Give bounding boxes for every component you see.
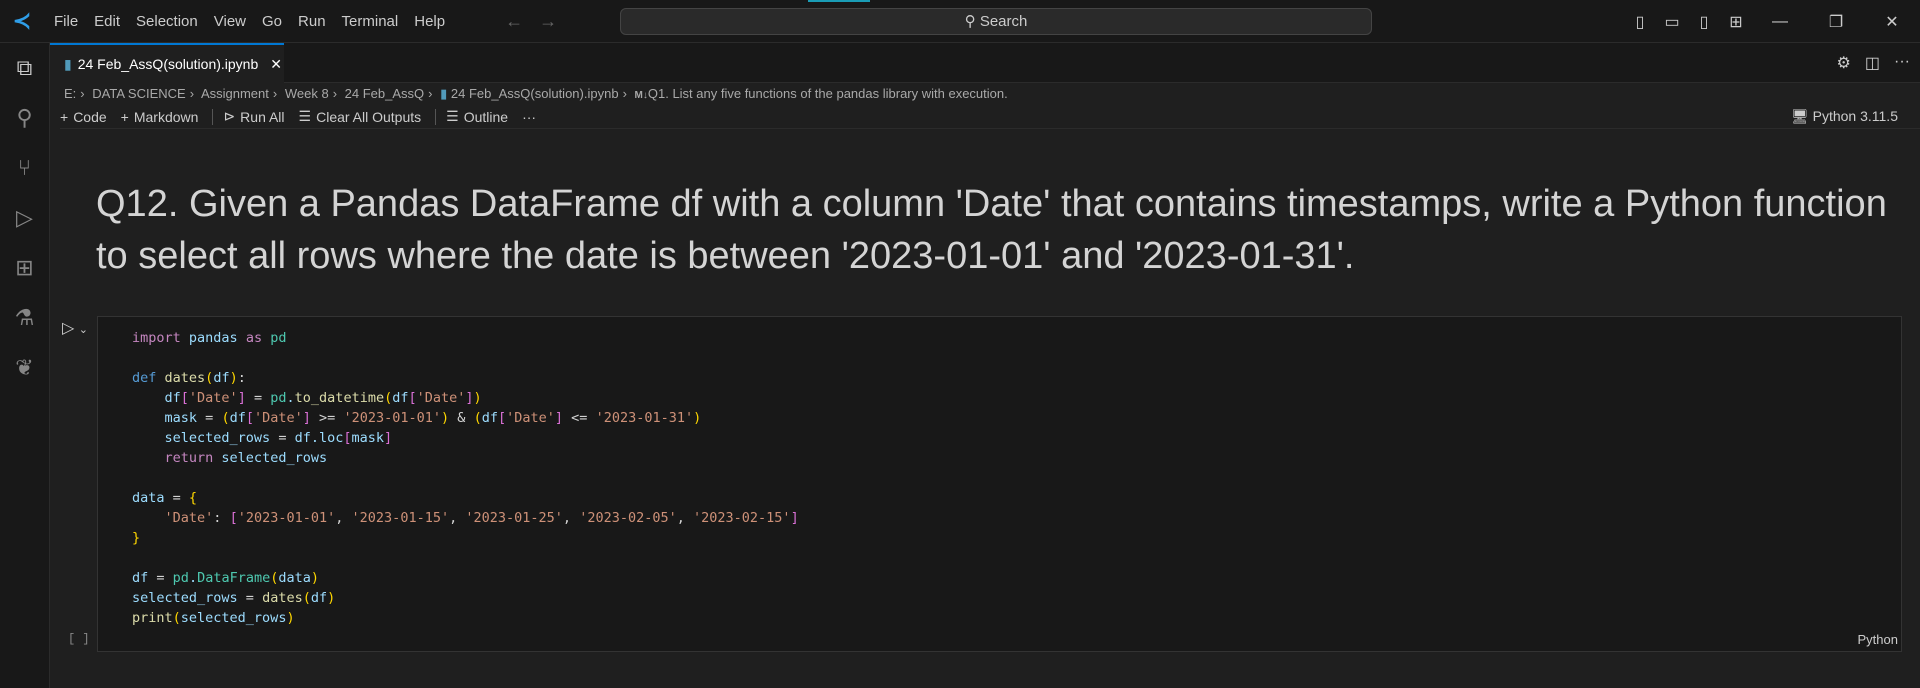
add-markdown-cell-button[interactable]: + Markdown [121, 109, 199, 125]
extensions-icon[interactable]: ⊞ [0, 243, 49, 293]
restore-button[interactable]: ❐ [1808, 12, 1864, 32]
toggle-primary-sidebar-icon[interactable]: ▯ [1624, 12, 1656, 32]
close-tab-icon[interactable]: ✕ [270, 56, 282, 73]
menu-go[interactable]: Go [262, 13, 282, 30]
chevron-down-icon[interactable]: ⌄ [79, 324, 88, 336]
search-label: Search [979, 13, 1028, 30]
more-actions-icon[interactable]: ··· [1894, 53, 1910, 73]
menu-view[interactable]: View [214, 13, 246, 30]
notebook-file-icon: ▮ [440, 86, 448, 101]
menu-run[interactable]: Run [298, 13, 326, 30]
run-all-button[interactable]: ⊳ Run All [223, 108, 284, 125]
kernel-label: Python 3.11.5 [1812, 108, 1898, 124]
run-debug-icon[interactable]: ▷ [0, 193, 49, 243]
forward-arrow-icon[interactable]: → [539, 11, 557, 32]
markdown-icon: M↓ [634, 90, 648, 101]
gear-icon[interactable]: ⚙ [1837, 53, 1851, 73]
clear-label: Clear All Outputs [316, 108, 422, 125]
run-all-label: Run All [240, 108, 285, 125]
breadcrumb-item[interactable]: 24 Feb_AssQ(solution).ipynb [451, 86, 619, 101]
mongodb-leaf-icon[interactable]: ❦ [0, 343, 49, 393]
markdown-cell[interactable]: Q12. Given a Pandas DataFrame df with a … [96, 178, 1896, 282]
menu-edit[interactable]: Edit [94, 13, 120, 30]
outline-button[interactable]: ☰ Outline [446, 108, 508, 125]
source-control-icon[interactable]: ⑂ [0, 143, 49, 193]
toggle-secondary-sidebar-icon[interactable]: ▯ [1688, 12, 1720, 32]
toolbar-more-button[interactable]: ··· [522, 109, 536, 125]
breadcrumb-item[interactable]: E: [64, 86, 76, 101]
divider [212, 108, 214, 125]
close-window-button[interactable]: ✕ [1864, 12, 1920, 32]
add-code-cell-button[interactable]: + Code [60, 109, 107, 125]
vscode-logo-icon: ≺ [12, 8, 32, 33]
clear-outputs-button[interactable]: ☰ Clear All Outputs [299, 108, 422, 125]
code-label: Code [73, 108, 107, 125]
tab-label: 24 Feb_AssQ(solution).ipynb [77, 56, 259, 72]
kernel-picker[interactable]: 🖥︎ Python 3.11.5 [1791, 108, 1898, 125]
testing-flask-icon[interactable]: ⚗ [0, 293, 49, 343]
code-editor[interactable]: import pandas as pd def dates(df): df['D… [132, 328, 799, 628]
clear-all-icon: ☰ [298, 108, 312, 124]
breadcrumb-item[interactable]: Week 8 [285, 86, 329, 101]
back-arrow-icon[interactable]: ← [505, 11, 523, 32]
search-icon[interactable]: ⚲ [0, 93, 49, 143]
accent-bar [808, 0, 870, 2]
plus-icon: + [60, 108, 69, 125]
tab-bar: ▮ 24 Feb_AssQ(solution).ipynb ✕ ⚙ ◫ ··· [50, 43, 1920, 83]
menu-bar: File Edit Selection View Go Run Terminal… [46, 13, 453, 30]
divider [435, 108, 437, 125]
breadcrumb-item[interactable]: 24 Feb_AssQ [345, 86, 425, 101]
menu-terminal[interactable]: Terminal [342, 13, 399, 30]
breadcrumb-item[interactable]: Assignment [201, 86, 269, 101]
split-editor-icon[interactable]: ◫ [1865, 53, 1880, 73]
search-box[interactable]: ⚲ Search [620, 8, 1372, 35]
menu-file[interactable]: File [54, 13, 78, 30]
search-icon: ⚲ [964, 13, 980, 30]
notebook-file-icon: ▮ [64, 55, 72, 72]
toggle-panel-icon[interactable]: ▭ [1656, 12, 1688, 32]
activity-bar: ⧉ ⚲ ⑂ ▷ ⊞ ⚗ ❦ [0, 43, 50, 688]
breadcrumb-item[interactable]: Q1. List any five functions of the panda… [648, 86, 1008, 101]
run-all-icon: ⊳ [223, 108, 236, 124]
tab-notebook[interactable]: ▮ 24 Feb_AssQ(solution).ipynb ✕ [50, 43, 284, 83]
plus-icon: + [120, 108, 129, 125]
markdown-label: Markdown [133, 108, 199, 125]
breadcrumb-item[interactable]: DATA SCIENCE [92, 86, 185, 101]
outline-label: Outline [463, 108, 509, 125]
list-icon: ☰ [446, 108, 459, 124]
breadcrumb: E: › DATA SCIENCE › Assignment › Week 8 › 24… [64, 86, 1008, 101]
explorer-icon[interactable]: ⧉ [0, 43, 49, 93]
cell-language[interactable]: Python [1858, 632, 1898, 647]
execution-count: [ ] [68, 632, 90, 646]
notebook-toolbar: + Code + Markdown ⊳ Run All ☰ Clear All Outp… [60, 105, 1920, 129]
menu-help[interactable]: Help [414, 13, 445, 30]
run-cell-button[interactable]: ▷ ⌄ [62, 318, 88, 338]
customize-layout-icon[interactable]: ⊞ [1720, 12, 1752, 32]
minimize-button[interactable]: — [1752, 13, 1808, 31]
kernel-icon: 🖥︎ [1790, 108, 1813, 124]
menu-selection[interactable]: Selection [136, 13, 198, 30]
title-bar: ≺ File Edit Selection View Go Run Termin… [0, 0, 1920, 43]
